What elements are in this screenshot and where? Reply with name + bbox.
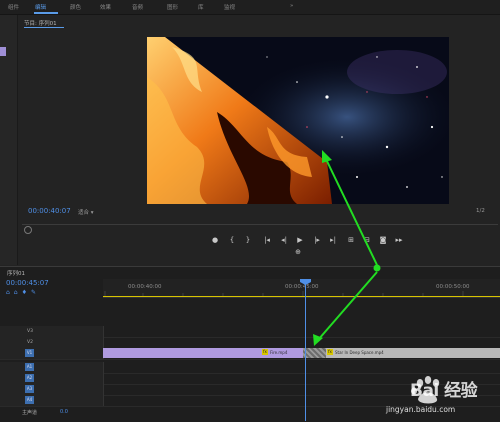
- mark-out-button[interactable]: }: [242, 236, 254, 244]
- track-header-v1: V1: [0, 348, 104, 359]
- add-marker-button[interactable]: ●: [209, 236, 221, 244]
- ruler-label-1: 00:00:40:00: [128, 284, 162, 290]
- workspace-tab-monitor[interactable]: 监视: [224, 3, 235, 11]
- watermark-url: jingyan.baidu.com: [386, 405, 456, 414]
- sequence-title[interactable]: 序列01: [7, 269, 25, 277]
- workspace-tab-audio[interactable]: 音频: [132, 3, 143, 11]
- go-to-in-button[interactable]: |◂: [261, 236, 273, 244]
- track-name: V2: [27, 340, 33, 345]
- workspace-tab-assembly[interactable]: 组件: [8, 3, 19, 11]
- clip-label: Fire.mp4: [270, 350, 288, 355]
- track-header-a4: A4: [0, 395, 104, 406]
- button-editor-button[interactable]: ▸▸: [393, 236, 405, 244]
- clip-fx-badge: fx: [327, 349, 333, 355]
- fit-zoom-value: 适合: [78, 210, 90, 216]
- workspace-tab-color[interactable]: 颜色: [70, 3, 81, 11]
- master-track-label: 主声道: [22, 410, 38, 416]
- program-scrub-bar[interactable]: [22, 224, 498, 225]
- play-button[interactable]: ▶: [294, 236, 306, 244]
- work-area-bar[interactable]: [103, 296, 500, 297]
- cross-dissolve-transition[interactable]: [303, 348, 326, 358]
- master-track-value[interactable]: 0.0: [60, 409, 68, 415]
- program-title-underline: [24, 27, 64, 28]
- program-monitor-title[interactable]: 节目: 序列01: [24, 19, 57, 27]
- step-back-button[interactable]: ◂|: [278, 236, 290, 244]
- workspace-bar: 组件 编辑 颜色 效果 音频 图形 库 监视 »: [0, 0, 500, 15]
- track-header-a3: A3: [0, 384, 104, 395]
- watermark-brand: Bai 经验: [410, 381, 478, 401]
- export-frame-button[interactable]: ◙: [377, 236, 389, 244]
- timeline-playhead-handle[interactable]: [300, 279, 311, 285]
- fit-zoom-select[interactable]: 适合 ▾: [78, 208, 94, 216]
- track-target-a1[interactable]: A1: [25, 363, 34, 371]
- track-target-v1[interactable]: V1: [25, 349, 34, 357]
- mark-in-button[interactable]: {: [226, 236, 238, 244]
- workspace-tab-graphics[interactable]: 图形: [167, 3, 178, 11]
- clip-fx-badge: fx: [262, 349, 268, 355]
- program-playhead[interactable]: [24, 226, 32, 234]
- go-to-out-button[interactable]: ▸|: [327, 236, 339, 244]
- track-header-v2: V2: [0, 337, 104, 348]
- active-tab-indicator: [34, 12, 58, 14]
- workspace-tab-libraries[interactable]: 库: [198, 3, 204, 11]
- timeline-playhead-line[interactable]: [305, 280, 306, 421]
- track-target-a2[interactable]: A2: [25, 374, 34, 382]
- workspace-tab-editing[interactable]: 编辑: [35, 3, 46, 11]
- ruler-label-3: 00:00:50:00: [436, 284, 470, 290]
- step-forward-button[interactable]: |▸: [311, 236, 323, 244]
- track-target-a3[interactable]: A3: [25, 385, 34, 393]
- timeline-tools[interactable]: ⌂⌂♦✎: [6, 289, 40, 296]
- viewer-frame-image: [147, 37, 449, 204]
- lift-button[interactable]: ⊞: [345, 236, 357, 244]
- program-timecode[interactable]: 00:00:40:07: [28, 207, 71, 215]
- track-header-a1: A1: [0, 362, 104, 373]
- program-viewer[interactable]: [147, 37, 449, 204]
- clip-label: Star In Deep Space.mp4: [335, 350, 384, 355]
- sequence-timecode[interactable]: 00:00:45:07: [6, 279, 49, 287]
- more-workspaces-button[interactable]: »: [290, 3, 293, 9]
- extract-button[interactable]: ⊟: [361, 236, 373, 244]
- track-header-v3: V3: [0, 326, 104, 337]
- settings-button[interactable]: ⊕: [292, 248, 304, 256]
- track-header-a2: A2: [0, 373, 104, 384]
- track-name: V3: [27, 329, 33, 334]
- track-target-a4[interactable]: A4: [25, 396, 34, 404]
- workspace-tab-effects[interactable]: 效果: [100, 3, 111, 11]
- playback-resolution-select[interactable]: 1/2: [476, 208, 485, 214]
- selected-item-chip[interactable]: [0, 47, 6, 56]
